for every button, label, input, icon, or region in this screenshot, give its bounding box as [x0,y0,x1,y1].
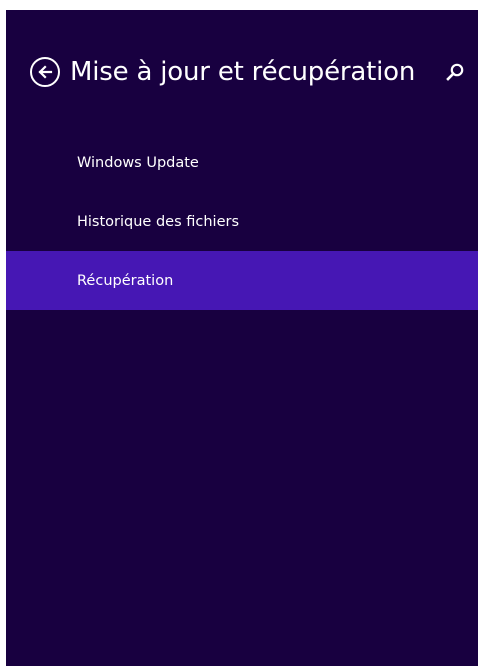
settings-pane: Mise à jour et récupération Windows Upda… [6,10,478,666]
search-icon[interactable] [445,62,465,82]
pane-header: Mise à jour et récupération [30,48,415,96]
page-title: Mise à jour et récupération [70,57,416,87]
nav-item-label: Historique des fichiers [77,213,240,230]
nav-item-recovery[interactable]: Récupération [6,251,478,310]
nav-item-windows-update[interactable]: Windows Update [6,133,478,192]
nav-item-label: Récupération [77,272,174,289]
nav-item-file-history[interactable]: Historique des fichiers [6,192,478,251]
settings-nav: Windows Update Historique des fichiers R… [6,133,478,310]
back-arrow-icon [38,65,53,79]
nav-item-label: Windows Update [77,154,199,171]
back-button[interactable] [30,57,60,87]
